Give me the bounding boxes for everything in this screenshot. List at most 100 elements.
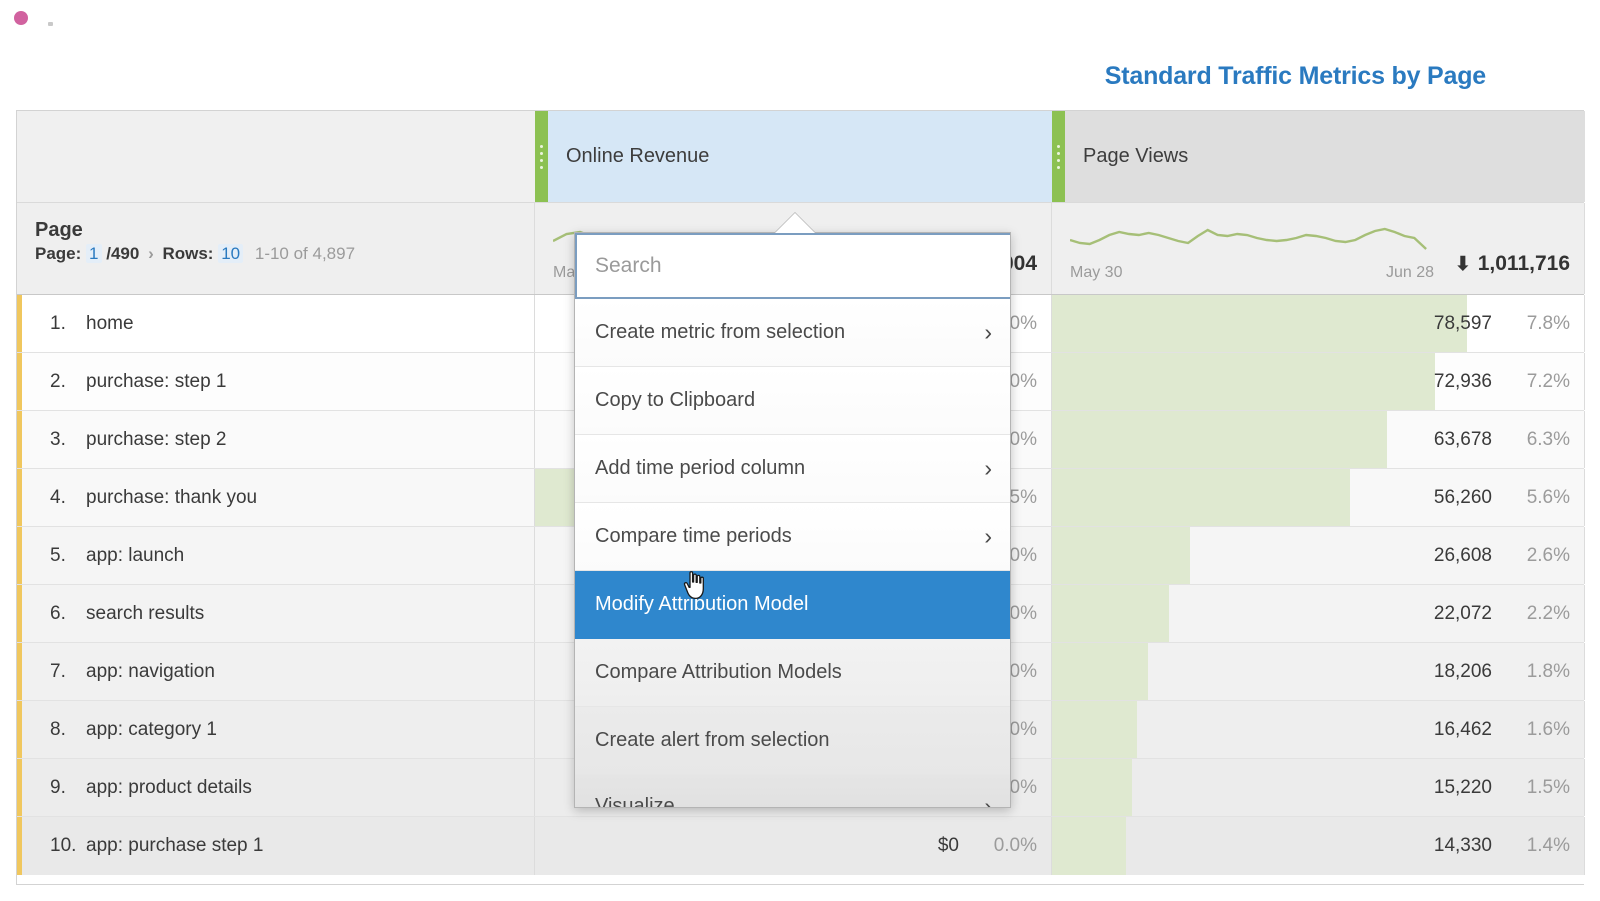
context-menu-item[interactable]: Create metric from selection› bbox=[575, 299, 1010, 367]
row-rank: 10. bbox=[50, 835, 80, 857]
cell-metric[interactable]: 14,3301.4% bbox=[1052, 817, 1585, 875]
row-rank: 7. bbox=[50, 661, 80, 683]
context-menu-item[interactable]: Copy to Clipboard bbox=[575, 367, 1010, 435]
conditional-format-bar bbox=[1052, 701, 1137, 758]
context-menu-pointer bbox=[775, 213, 815, 233]
row-label: purchase: step 1 bbox=[86, 371, 226, 393]
cell-metric[interactable]: 72,9367.2% bbox=[1052, 353, 1585, 410]
metric-label-page-views: Page Views bbox=[1065, 111, 1585, 202]
conditional-format-bar bbox=[1052, 527, 1190, 584]
cell-page-views-value: 15,220 bbox=[1388, 777, 1492, 799]
panel-dots bbox=[0, 0, 120, 46]
cell-dimension[interactable]: 7. app: navigation bbox=[17, 643, 535, 700]
sparkline-dates-page-views: May 30 Jun 28 bbox=[1070, 264, 1434, 282]
chevron-right-icon: › bbox=[984, 795, 992, 808]
row-label: search results bbox=[86, 603, 204, 625]
cell-dimension[interactable]: 3. purchase: step 2 bbox=[17, 411, 535, 468]
cell-metric[interactable]: 63,678 6.3% bbox=[1052, 411, 1585, 468]
context-menu-item-label: Visualize bbox=[595, 795, 974, 808]
sparkline-end-date: Jun 28 bbox=[1386, 264, 1434, 282]
page-label: Page: bbox=[35, 244, 81, 263]
cell-page-views-percent: 1.6% bbox=[1508, 719, 1570, 741]
context-menu-item[interactable]: Compare time periods› bbox=[575, 503, 1010, 571]
context-menu-item[interactable]: Modify Attribution Model bbox=[575, 571, 1010, 639]
search-input[interactable] bbox=[575, 233, 1011, 299]
row-rank: 5. bbox=[50, 545, 80, 567]
cell-page-views-value: 18,206 bbox=[1388, 661, 1492, 683]
cell-dimension[interactable]: 4.purchase: thank you bbox=[17, 469, 535, 526]
cell-metric[interactable]: 16,462 1.6% bbox=[1052, 701, 1585, 758]
row-label: home bbox=[86, 313, 134, 335]
row-label: purchase: step 2 bbox=[86, 429, 226, 451]
row-label: app: category 1 bbox=[86, 719, 217, 741]
rows-value[interactable]: 10 bbox=[218, 244, 243, 263]
row-rank: 9. bbox=[50, 777, 80, 799]
summary-total-page-views: ⬇ 1,011,716 bbox=[1455, 252, 1570, 276]
cell-page-views-percent: 7.2% bbox=[1508, 371, 1570, 393]
cell-metric[interactable]: $00.0% bbox=[535, 817, 1052, 875]
conditional-format-bar bbox=[1052, 817, 1126, 875]
cell-metric[interactable]: 18,206 1.8% bbox=[1052, 643, 1585, 700]
rows-label: Rows: bbox=[162, 244, 213, 263]
cell-dimension[interactable]: 8. app: category 1 bbox=[17, 701, 535, 758]
cell-metric[interactable]: 56,260 5.6% bbox=[1052, 469, 1585, 526]
cell-page-views-percent: 5.6% bbox=[1508, 487, 1570, 509]
cell-page-views-percent: 6.3% bbox=[1508, 429, 1570, 451]
cell-metric[interactable]: 15,220 1.5% bbox=[1052, 759, 1585, 816]
page-current[interactable]: 1 bbox=[86, 244, 101, 263]
row-label: app: launch bbox=[86, 545, 184, 567]
cell-page-views-value: 16,462 bbox=[1388, 719, 1492, 741]
cell-dimension[interactable]: 1.home bbox=[17, 295, 535, 352]
chevron-right-icon: › bbox=[984, 457, 992, 480]
cell-page-views-value: 56,260 bbox=[1388, 487, 1492, 509]
next-page-icon[interactable]: › bbox=[148, 244, 154, 263]
cell-metric[interactable]: 26,6082.6% bbox=[1052, 527, 1585, 584]
context-menu-item-label: Compare Attribution Models bbox=[595, 661, 992, 684]
cell-page-views-percent: 1.5% bbox=[1508, 777, 1570, 799]
context-menu-item[interactable]: Compare Attribution Models bbox=[575, 639, 1010, 707]
cell-dimension[interactable]: 6. search results bbox=[17, 585, 535, 642]
row-rank: 8. bbox=[50, 719, 80, 741]
dimension-name: Page bbox=[35, 219, 534, 242]
cell-dimension[interactable]: 10. app: purchase step 1 bbox=[17, 817, 535, 875]
context-menu-item-label: Add time period column bbox=[595, 457, 974, 480]
context-menu-item[interactable]: Visualize › bbox=[575, 775, 1010, 808]
context-menu-list: Create metric from selection›Copy to Cli… bbox=[575, 299, 1010, 808]
context-menu-item[interactable]: Create alert from selection bbox=[575, 707, 1010, 775]
arrow-down-icon: ⬇ bbox=[1455, 255, 1471, 274]
pagination-control[interactable]: Page: 1 /490 › Rows: 10 1-10 of 4,897 bbox=[35, 244, 534, 264]
context-menu[interactable]: Create metric from selection›Copy to Cli… bbox=[574, 232, 1011, 808]
gray-dot-icon bbox=[48, 22, 53, 26]
cell-metric[interactable]: 78,5977.8% bbox=[1052, 295, 1585, 352]
conditional-format-bar bbox=[1052, 759, 1132, 816]
cell-metric[interactable]: 22,0722.2% bbox=[1052, 585, 1585, 642]
context-menu-item[interactable]: Add time period column › bbox=[575, 435, 1010, 503]
row-label: app: purchase step 1 bbox=[86, 835, 263, 857]
row-rank: 6. bbox=[50, 603, 80, 625]
row-range: 1-10 of 4,897 bbox=[255, 244, 355, 263]
row-rank: 3. bbox=[50, 429, 80, 451]
drag-handle-icon[interactable] bbox=[1052, 111, 1065, 202]
cell-page-views-percent: 2.6% bbox=[1508, 545, 1570, 567]
cell-dimension[interactable]: 2.purchase: step 1 bbox=[17, 353, 535, 410]
sparkline-page-views bbox=[1070, 219, 1434, 265]
summary-page-views: May 30 Jun 28 ⬇ 1,011,716 bbox=[1052, 203, 1585, 294]
row-label: app: navigation bbox=[86, 661, 215, 683]
row-label: app: product details bbox=[86, 777, 252, 799]
cell-page-views-value: 14,330 bbox=[1388, 835, 1492, 857]
metric-column-online-revenue[interactable]: Online Revenue bbox=[535, 111, 1052, 202]
context-menu-item-label: Compare time periods bbox=[595, 525, 974, 548]
cell-page-views-percent: 1.8% bbox=[1508, 661, 1570, 683]
context-menu-item-label: Create alert from selection bbox=[595, 729, 992, 752]
cell-dimension[interactable]: 5. app: launch bbox=[17, 527, 535, 584]
analysis-workspace-panel: Standard Traffic Metrics by Page Online … bbox=[0, 0, 1600, 901]
metric-column-page-views[interactable]: Page Views bbox=[1052, 111, 1585, 202]
drag-handle-icon[interactable] bbox=[535, 111, 548, 202]
chevron-right-icon: › bbox=[984, 321, 992, 344]
table-row[interactable]: 10. app: purchase step 1 $00.0%14,3301.4% bbox=[17, 817, 1584, 875]
cell-dimension[interactable]: 9. app: product details bbox=[17, 759, 535, 816]
row-rank: 4. bbox=[50, 487, 80, 509]
summary-total-value: 1,011,716 bbox=[1478, 252, 1570, 276]
metric-label-online-revenue: Online Revenue bbox=[548, 111, 1052, 202]
cell-page-views-value: 63,678 bbox=[1388, 429, 1492, 451]
